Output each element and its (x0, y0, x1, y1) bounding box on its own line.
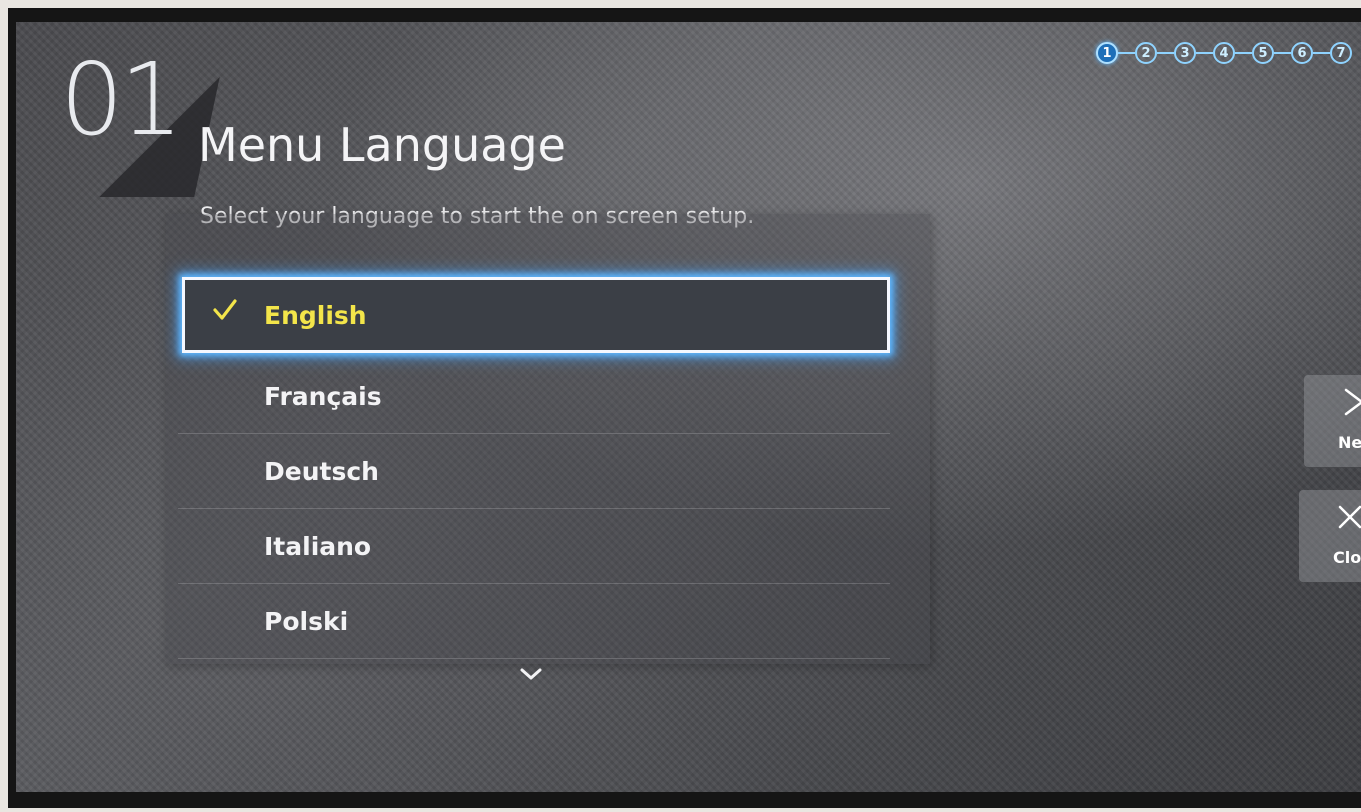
language-list: English Français Deutsch Italiano Polski (178, 277, 890, 659)
close-icon (1338, 505, 1361, 529)
step-progress: 1 2 3 4 5 6 7 (1096, 42, 1352, 64)
language-item-italiano[interactable]: Italiano (178, 509, 890, 584)
step-indicator-5: 5 (1252, 42, 1274, 64)
language-label: Italiano (264, 531, 372, 561)
checkmark-icon (213, 299, 237, 320)
language-label: Deutsch (264, 456, 379, 486)
step-connector (1274, 52, 1291, 54)
language-label: English (264, 300, 367, 330)
page-title: Menu Language (198, 118, 566, 172)
step-indicator-7: 7 (1330, 42, 1352, 64)
chevron-down-icon[interactable] (516, 662, 546, 686)
close-button[interactable]: Clos (1299, 490, 1361, 582)
step-connector (1235, 52, 1252, 54)
step-indicator-6: 6 (1291, 42, 1313, 64)
language-item-english[interactable]: English (182, 277, 890, 353)
step-connector (1157, 52, 1174, 54)
step-indicator-2: 2 (1135, 42, 1157, 64)
step-connector (1196, 52, 1213, 54)
step-indicator-3: 3 (1174, 42, 1196, 64)
step-connector (1118, 52, 1135, 54)
next-icon (1344, 388, 1361, 416)
next-button-label: Ne (1338, 433, 1361, 452)
step-indicator-1: 1 (1096, 42, 1118, 64)
next-button[interactable]: Ne (1304, 375, 1361, 467)
close-button-label: Clos (1333, 548, 1361, 567)
tv-screen: 01 Menu Language Select your language to… (16, 22, 1361, 792)
step-number: 01 (60, 41, 183, 158)
language-item-deutsch[interactable]: Deutsch (178, 434, 890, 509)
language-item-polski[interactable]: Polski (178, 584, 890, 659)
step-indicator-4: 4 (1213, 42, 1235, 64)
step-connector (1313, 52, 1330, 54)
language-label: Français (264, 381, 382, 411)
language-item-francais[interactable]: Français (178, 359, 890, 434)
language-label: Polski (264, 606, 349, 636)
